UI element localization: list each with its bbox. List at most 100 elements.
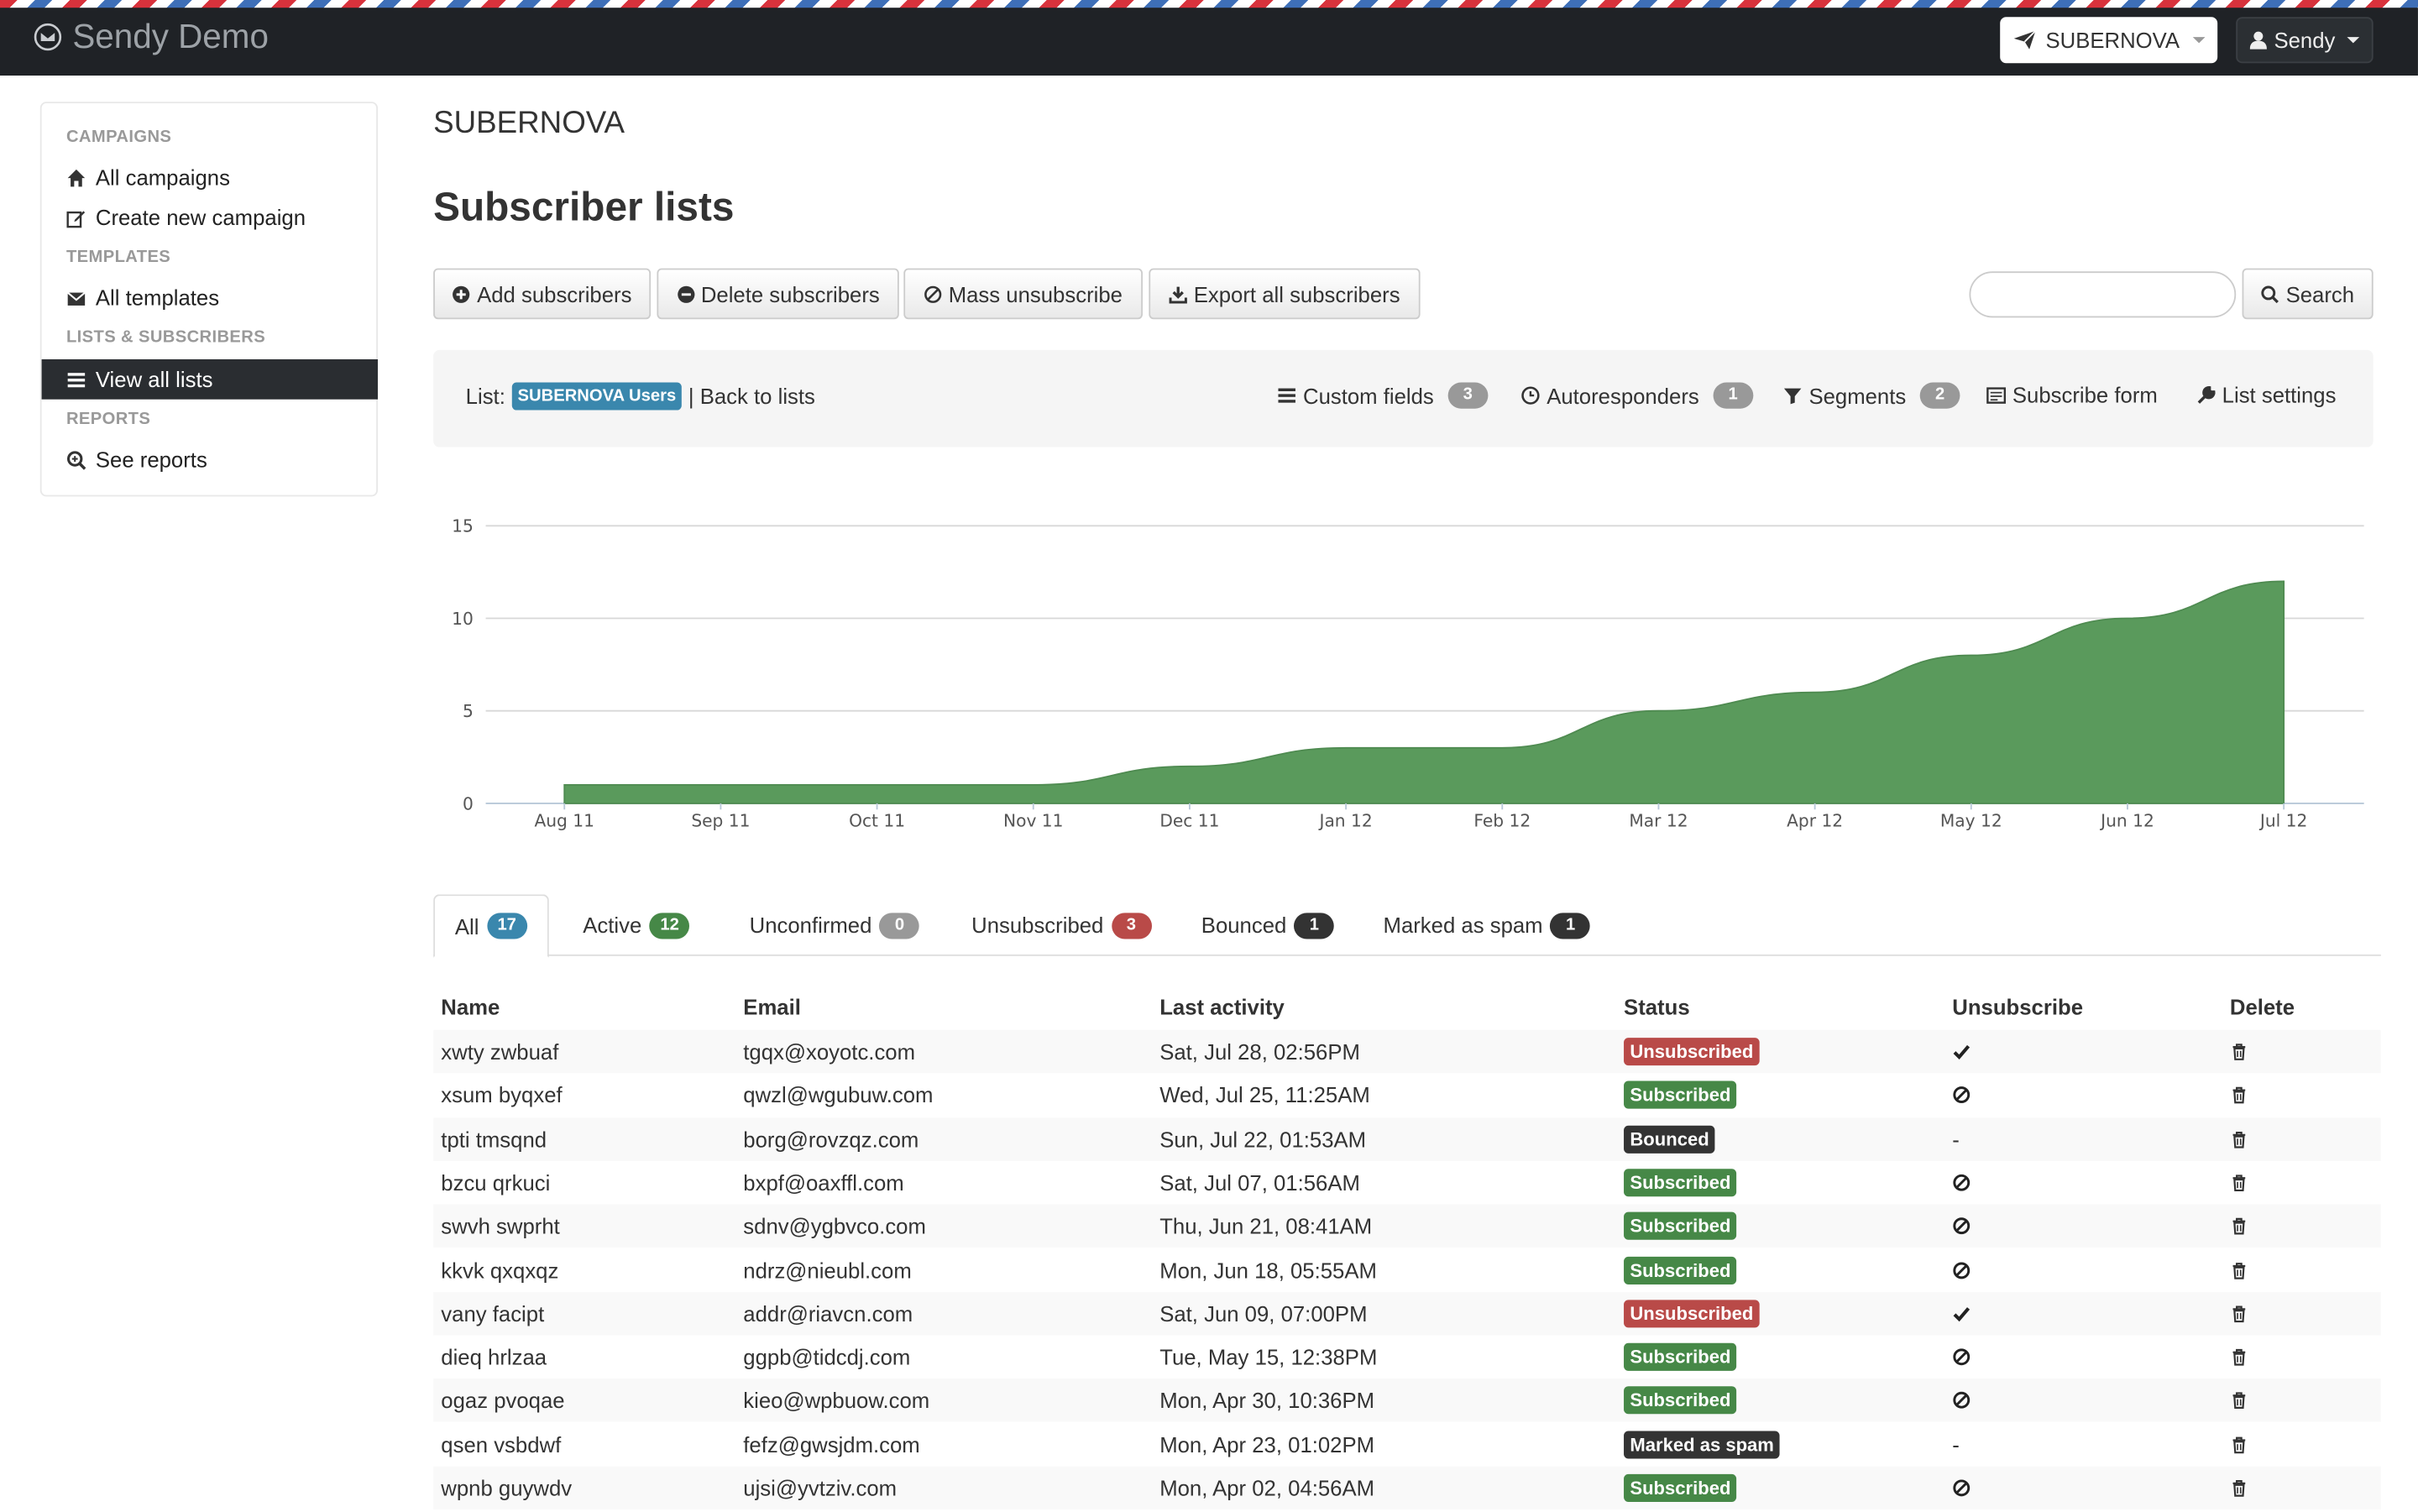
list-settings-link[interactable]: List settings	[2196, 383, 2336, 407]
cell-delete	[2230, 1336, 2248, 1379]
cell-name[interactable]: xwty zwbuaf	[441, 1030, 558, 1073]
segments-label: Segments	[1808, 383, 1907, 408]
trash-icon	[2232, 1131, 2246, 1148]
cell-name[interactable]: bzcu qrkuci	[441, 1161, 550, 1204]
tab-count: 1	[1550, 912, 1591, 939]
list-selector-button[interactable]: SUBERNOVA	[2000, 17, 2218, 64]
column-header-email[interactable]: Email	[743, 995, 801, 1019]
status-badge: Subscribed	[1624, 1211, 1737, 1241]
mass-unsubscribe-button[interactable]: Mass unsubscribe	[903, 268, 1143, 320]
subscribe-form-link[interactable]: Subscribe form	[1986, 383, 2158, 407]
delete-button[interactable]	[2230, 1217, 2248, 1236]
form-icon	[1986, 386, 2007, 403]
ban-icon	[1953, 1086, 1971, 1104]
resubscribe-button[interactable]	[1952, 1304, 1971, 1322]
button-label: Export all subscribers	[1193, 281, 1400, 306]
delete-button[interactable]	[2230, 1391, 2248, 1410]
cell-delete	[2230, 1467, 2248, 1509]
cell-delete	[2230, 1379, 2248, 1422]
column-header-name[interactable]: Name	[441, 995, 500, 1019]
table-row: xwty zwbuaf tgqx@xoyotc.com Sat, Jul 28, 0…	[433, 1029, 2381, 1074]
ban-icon	[1953, 1479, 1971, 1497]
custom-fields-link[interactable]: Custom fields 3	[1277, 382, 1489, 409]
cell-name[interactable]: xsum byqxef	[441, 1074, 562, 1117]
column-header-status[interactable]: Status	[1624, 995, 1690, 1019]
x-tick-label: Nov 11	[1003, 810, 1064, 830]
tab-active[interactable]: Active 12	[583, 894, 690, 955]
delete-button[interactable]	[2230, 1435, 2248, 1453]
unsubscribe-button[interactable]	[1952, 1391, 1971, 1410]
status-badge: Subscribed	[1624, 1169, 1737, 1197]
column-header-last-activity[interactable]: Last activity	[1159, 995, 1285, 1019]
delete-button[interactable]	[2230, 1130, 2248, 1148]
sidebar-header-lists: LISTS & SUBSCRIBERS	[65, 328, 266, 348]
x-tick-label: Jun 12	[2099, 810, 2154, 830]
tab-unconfirmed[interactable]: Unconfirmed 0	[750, 894, 920, 955]
cell-name[interactable]: vany facipt	[441, 1292, 544, 1335]
delete-button[interactable]	[2230, 1478, 2248, 1497]
button-label: Add subscribers	[477, 281, 632, 306]
x-tick-label: Apr 12	[1787, 810, 1843, 830]
cell-name[interactable]: tpti tmsqnd	[441, 1117, 547, 1160]
unsubscribe-button[interactable]	[1952, 1174, 1971, 1192]
cell-name[interactable]: wpnb guywdv	[441, 1467, 572, 1509]
delete-button[interactable]	[2230, 1304, 2248, 1322]
tab-count: 17	[486, 913, 527, 939]
cell-unsubscribe	[1952, 1248, 1971, 1291]
cell-name[interactable]: dieq hrlzaa	[441, 1336, 547, 1379]
no-action-dash: -	[1952, 1431, 1960, 1457]
minus-circle-icon	[677, 285, 694, 302]
tab-all[interactable]: All 17	[433, 894, 549, 958]
x-tick-label: Feb 12	[1473, 810, 1531, 830]
export-subscribers-button[interactable]: Export all subscribers	[1149, 268, 1421, 320]
delete-button[interactable]	[2230, 1043, 2248, 1061]
cell-name[interactable]: swvh swprht	[441, 1205, 559, 1248]
column-header-unsubscribe: Unsubscribe	[1952, 994, 2084, 1020]
x-tick-label: Mar 12	[1629, 810, 1688, 830]
unsubscribe-button[interactable]	[1952, 1217, 1971, 1236]
cell-name[interactable]: qsen vsbdwf	[441, 1423, 561, 1466]
search-input[interactable]	[1969, 271, 2237, 318]
check-icon	[1953, 1044, 1971, 1060]
back-to-lists-link[interactable]: | Back to lists	[688, 384, 815, 408]
unsubscribe-button[interactable]	[1952, 1086, 1971, 1105]
unsubscribe-button[interactable]	[1952, 1478, 1971, 1497]
sidebar-item-view-all-lists[interactable]: View all lists	[41, 358, 378, 400]
tab-unsubscribed[interactable]: Unsubscribed 3	[971, 894, 1152, 955]
unsubscribe-button[interactable]	[1952, 1347, 1971, 1366]
trash-icon	[2232, 1262, 2246, 1279]
chevron-down-icon	[2193, 37, 2206, 44]
tab-count: 1	[1294, 912, 1335, 939]
sidebar-item-all-templates[interactable]: All templates	[42, 278, 378, 318]
sidebar-item-create-campaign[interactable]: Create new campaign	[42, 197, 378, 238]
status-badge: Subscribed	[1624, 1386, 1737, 1415]
unsubscribe-button[interactable]	[1952, 1261, 1971, 1279]
autoresponders-link[interactable]: Autoresponders 1	[1520, 382, 1754, 409]
cell-status: Subscribed	[1624, 1467, 1737, 1509]
cell-unsubscribe	[1952, 1161, 1971, 1204]
segments-link[interactable]: Segments 2	[1782, 382, 1960, 409]
list-label: List:	[465, 384, 505, 409]
brand[interactable]: Sendy Demo	[34, 17, 269, 57]
delete-button[interactable]	[2230, 1174, 2248, 1192]
add-subscribers-button[interactable]: Add subscribers	[433, 268, 652, 320]
cell-name[interactable]: kkvk qxqxqz	[441, 1248, 558, 1291]
resubscribe-button[interactable]	[1952, 1043, 1971, 1061]
tab-marked-as-spam[interactable]: Marked as spam 1	[1384, 894, 1591, 955]
search-button[interactable]: Search	[2242, 268, 2374, 320]
autoresponders-count: 1	[1713, 382, 1754, 409]
delete-subscribers-button[interactable]: Delete subscribers	[657, 268, 899, 320]
delete-button[interactable]	[2230, 1261, 2248, 1279]
sidebar-item-see-reports[interactable]: See reports	[42, 439, 378, 479]
delete-button[interactable]	[2230, 1086, 2248, 1105]
sidebar-header-reports: REPORTS	[65, 410, 151, 429]
user-menu-button[interactable]: Sendy	[2236, 17, 2374, 64]
sidebar-item-all-campaigns[interactable]: All campaigns	[42, 157, 378, 197]
cell-name[interactable]: ogaz pvoqae	[441, 1379, 564, 1422]
delete-button[interactable]	[2230, 1347, 2248, 1366]
y-tick-label: 0	[463, 793, 474, 814]
x-tick-label: Aug 11	[534, 810, 594, 830]
tab-bounced[interactable]: Bounced 1	[1201, 894, 1335, 955]
cell-last-activity: Mon, Apr 30, 10:36PM	[1159, 1388, 1375, 1414]
x-tick-label: Jan 12	[1317, 810, 1372, 830]
